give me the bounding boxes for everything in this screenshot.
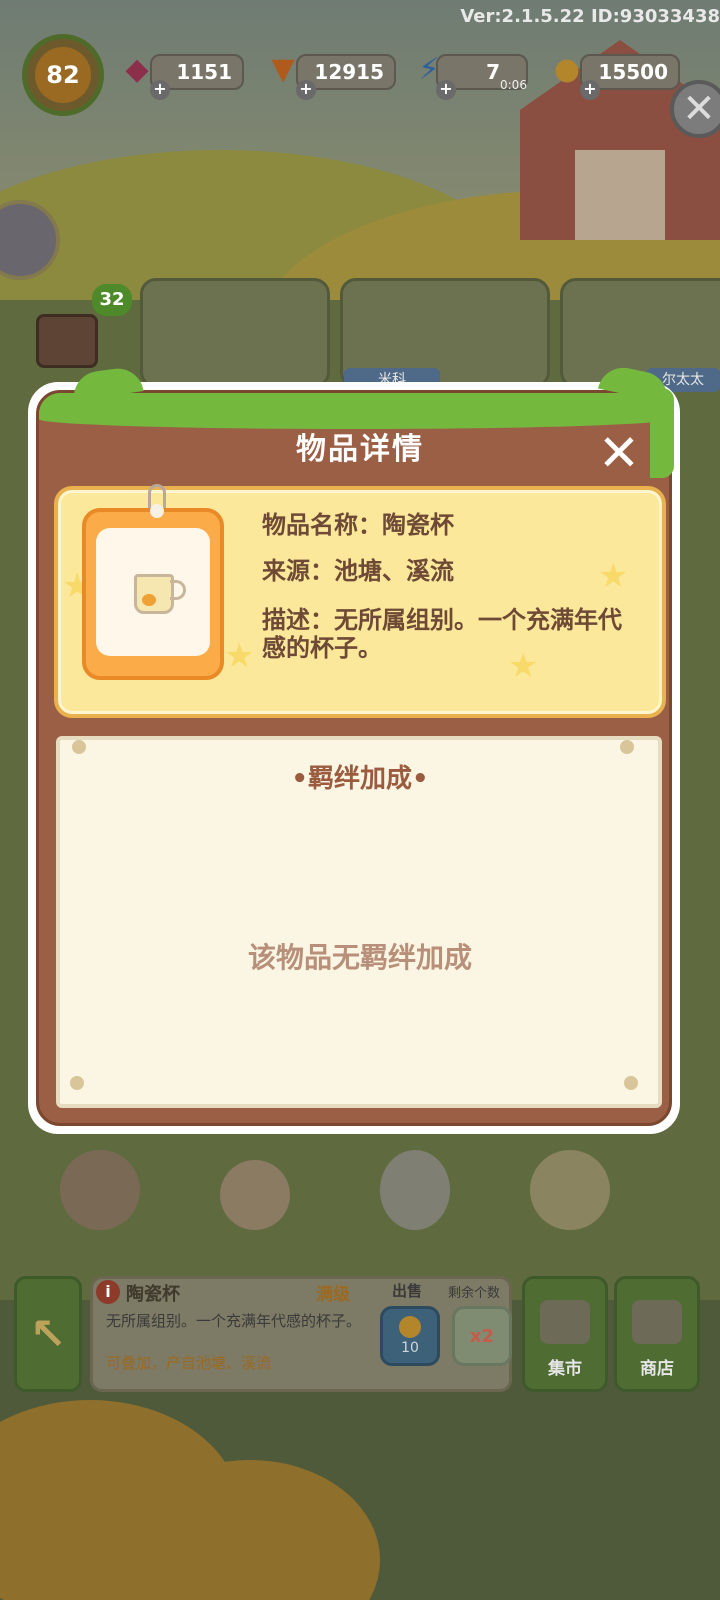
character — [220, 1160, 290, 1230]
selected-item-name: 陶瓷杯 — [126, 1284, 180, 1305]
bond-empty-text: 该物品无羁绊加成 — [247, 941, 472, 974]
level-number: 82 — [35, 47, 91, 103]
selected-item-level: 满级 — [316, 1285, 350, 1305]
add-gem-icon[interactable]: + — [150, 80, 170, 100]
item-description: 描述：无所属组别。一个充满年代感的杯子。 — [262, 606, 622, 662]
pin-decoration — [72, 740, 86, 754]
remaining-count-label: 剩余个数 — [448, 1286, 501, 1301]
market-label: 集市 — [548, 1359, 582, 1379]
coin-icon — [399, 1316, 421, 1338]
add-coin-icon[interactable]: + — [580, 80, 600, 100]
order-card[interactable] — [140, 278, 330, 388]
item-name-line: 物品名称：陶瓷杯 — [262, 511, 454, 539]
ceramic-cup-icon — [134, 574, 174, 614]
shop-building-icon — [632, 1300, 682, 1344]
sell-price: 10 — [401, 1340, 419, 1356]
grass-decoration — [292, 394, 372, 414]
market-stall-icon — [540, 1300, 590, 1344]
pin-decoration — [620, 740, 634, 754]
sell-label: 出售 — [392, 1282, 423, 1300]
star-decoration: ★ — [224, 636, 255, 676]
chest-icon[interactable] — [36, 314, 98, 368]
item-source-line: 来源：池塘、溪流 — [262, 557, 454, 585]
selected-item-note: 可叠加，产自池塘、溪流 — [106, 1354, 272, 1372]
pin-decoration — [624, 1076, 638, 1090]
energy-timer: 0:06 — [500, 78, 527, 92]
info-icon[interactable]: i — [96, 1280, 120, 1304]
back-button[interactable]: ↖ — [14, 1276, 82, 1392]
sell-button[interactable]: 10 — [380, 1306, 440, 1366]
shop-label: 商店 — [640, 1359, 674, 1379]
order-count-badge: 32 — [92, 284, 132, 316]
add-energy-icon[interactable]: + — [436, 80, 456, 100]
remaining-count: x2 — [452, 1306, 512, 1366]
tag-hole — [150, 504, 164, 518]
player-level-badge[interactable]: 82 — [22, 34, 104, 116]
cup-flower-pattern — [142, 594, 156, 606]
barn-door — [575, 150, 665, 240]
bond-title: •羁绊加成• — [291, 764, 429, 794]
close-icon[interactable]: ✕ — [670, 80, 720, 138]
character — [380, 1150, 450, 1230]
selected-item-description: 无所属组别。一个充满年代感的杯子。 — [106, 1312, 362, 1330]
version-label: Ver:2.1.5.22 ID:93033438 — [460, 6, 720, 27]
close-dialog-icon[interactable]: ✕ — [594, 428, 644, 480]
character — [60, 1150, 140, 1230]
shop-button[interactable]: 商店 — [614, 1276, 700, 1392]
pin-decoration — [70, 1076, 84, 1090]
character — [530, 1150, 610, 1230]
market-button[interactable]: 集市 — [522, 1276, 608, 1392]
add-carrot-icon[interactable]: + — [296, 80, 316, 100]
star-decoration: ★ — [598, 556, 629, 596]
